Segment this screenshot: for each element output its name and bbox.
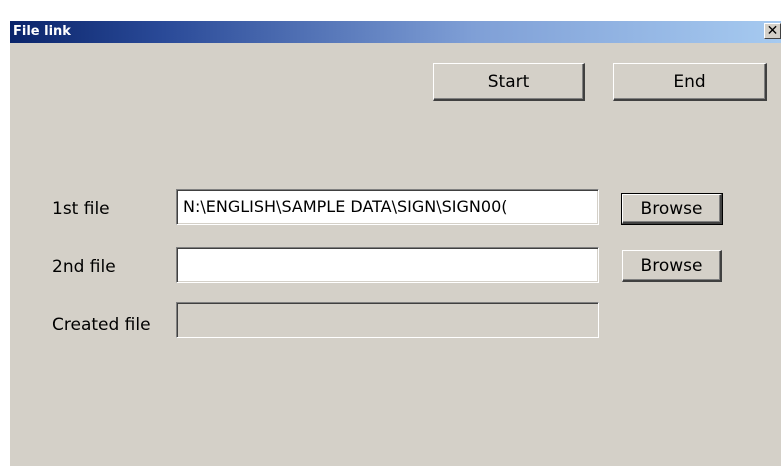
start-button[interactable]: Start	[433, 63, 585, 101]
file1-field[interactable]: N:\ENGLISH\SAMPLE DATA\SIGN\SIGN00(	[176, 189, 599, 225]
file-link-dialog: File link ✕ Start End 1st file N:\ENGLIS…	[10, 21, 781, 466]
browse-file2-button[interactable]: Browse	[622, 250, 722, 282]
window-title: File link	[13, 24, 71, 39]
created-file-label: Created file	[52, 315, 151, 335]
end-button[interactable]: End	[613, 63, 767, 101]
browse-file1-button[interactable]: Browse	[621, 193, 723, 225]
file1-label: 1st file	[52, 199, 110, 219]
title-bar[interactable]: File link ✕	[10, 21, 781, 43]
close-button[interactable]: ✕	[764, 23, 781, 39]
file2-label: 2nd file	[52, 257, 116, 277]
file2-field[interactable]	[176, 247, 599, 283]
close-icon: ✕	[766, 23, 779, 39]
created-file-field	[176, 302, 599, 338]
